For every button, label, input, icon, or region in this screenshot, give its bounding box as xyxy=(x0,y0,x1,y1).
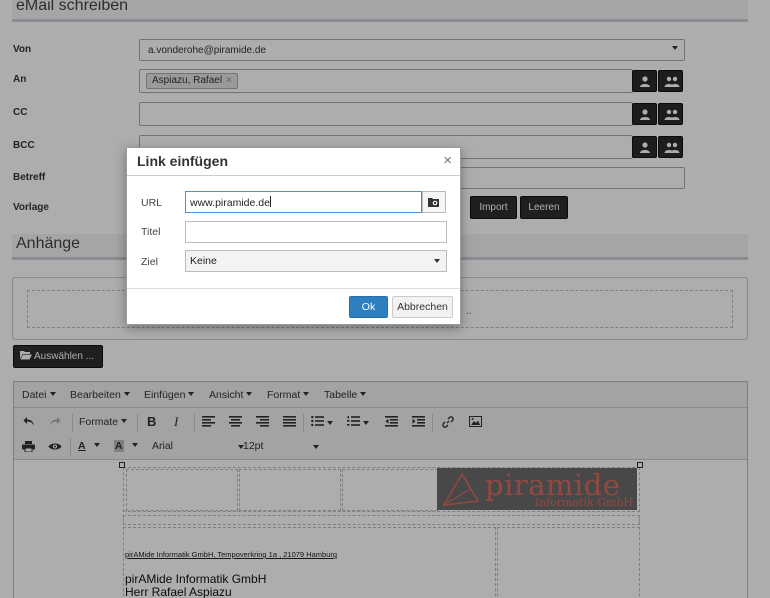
chevron-down-icon xyxy=(434,259,440,263)
dialog-footer-divider xyxy=(127,288,460,289)
cancel-button[interactable]: Abbrechen xyxy=(392,296,453,318)
text-cursor xyxy=(269,196,271,207)
target-label: Ziel xyxy=(141,256,158,268)
browse-button[interactable] xyxy=(422,191,446,213)
title-label: Titel xyxy=(141,226,161,238)
dialog-header: Link einfügen × xyxy=(127,148,460,176)
insert-link-dialog: Link einfügen × URL www.piramide.de Tite… xyxy=(126,147,461,325)
target-value: Keine xyxy=(190,255,217,267)
url-label: URL xyxy=(141,197,163,209)
ok-button[interactable]: Ok xyxy=(349,296,388,318)
target-select[interactable]: Keine xyxy=(185,250,447,272)
email-compose-page: eMail schreiben Von a.vonderohe@piramide… xyxy=(0,0,770,598)
url-value: www.piramide.de xyxy=(190,197,270,209)
dialog-title: Link einfügen xyxy=(137,153,228,169)
url-input[interactable]: www.piramide.de xyxy=(185,191,422,213)
title-input[interactable] xyxy=(185,221,447,243)
browse-folder-icon xyxy=(428,198,439,207)
close-icon[interactable]: × xyxy=(443,152,452,169)
